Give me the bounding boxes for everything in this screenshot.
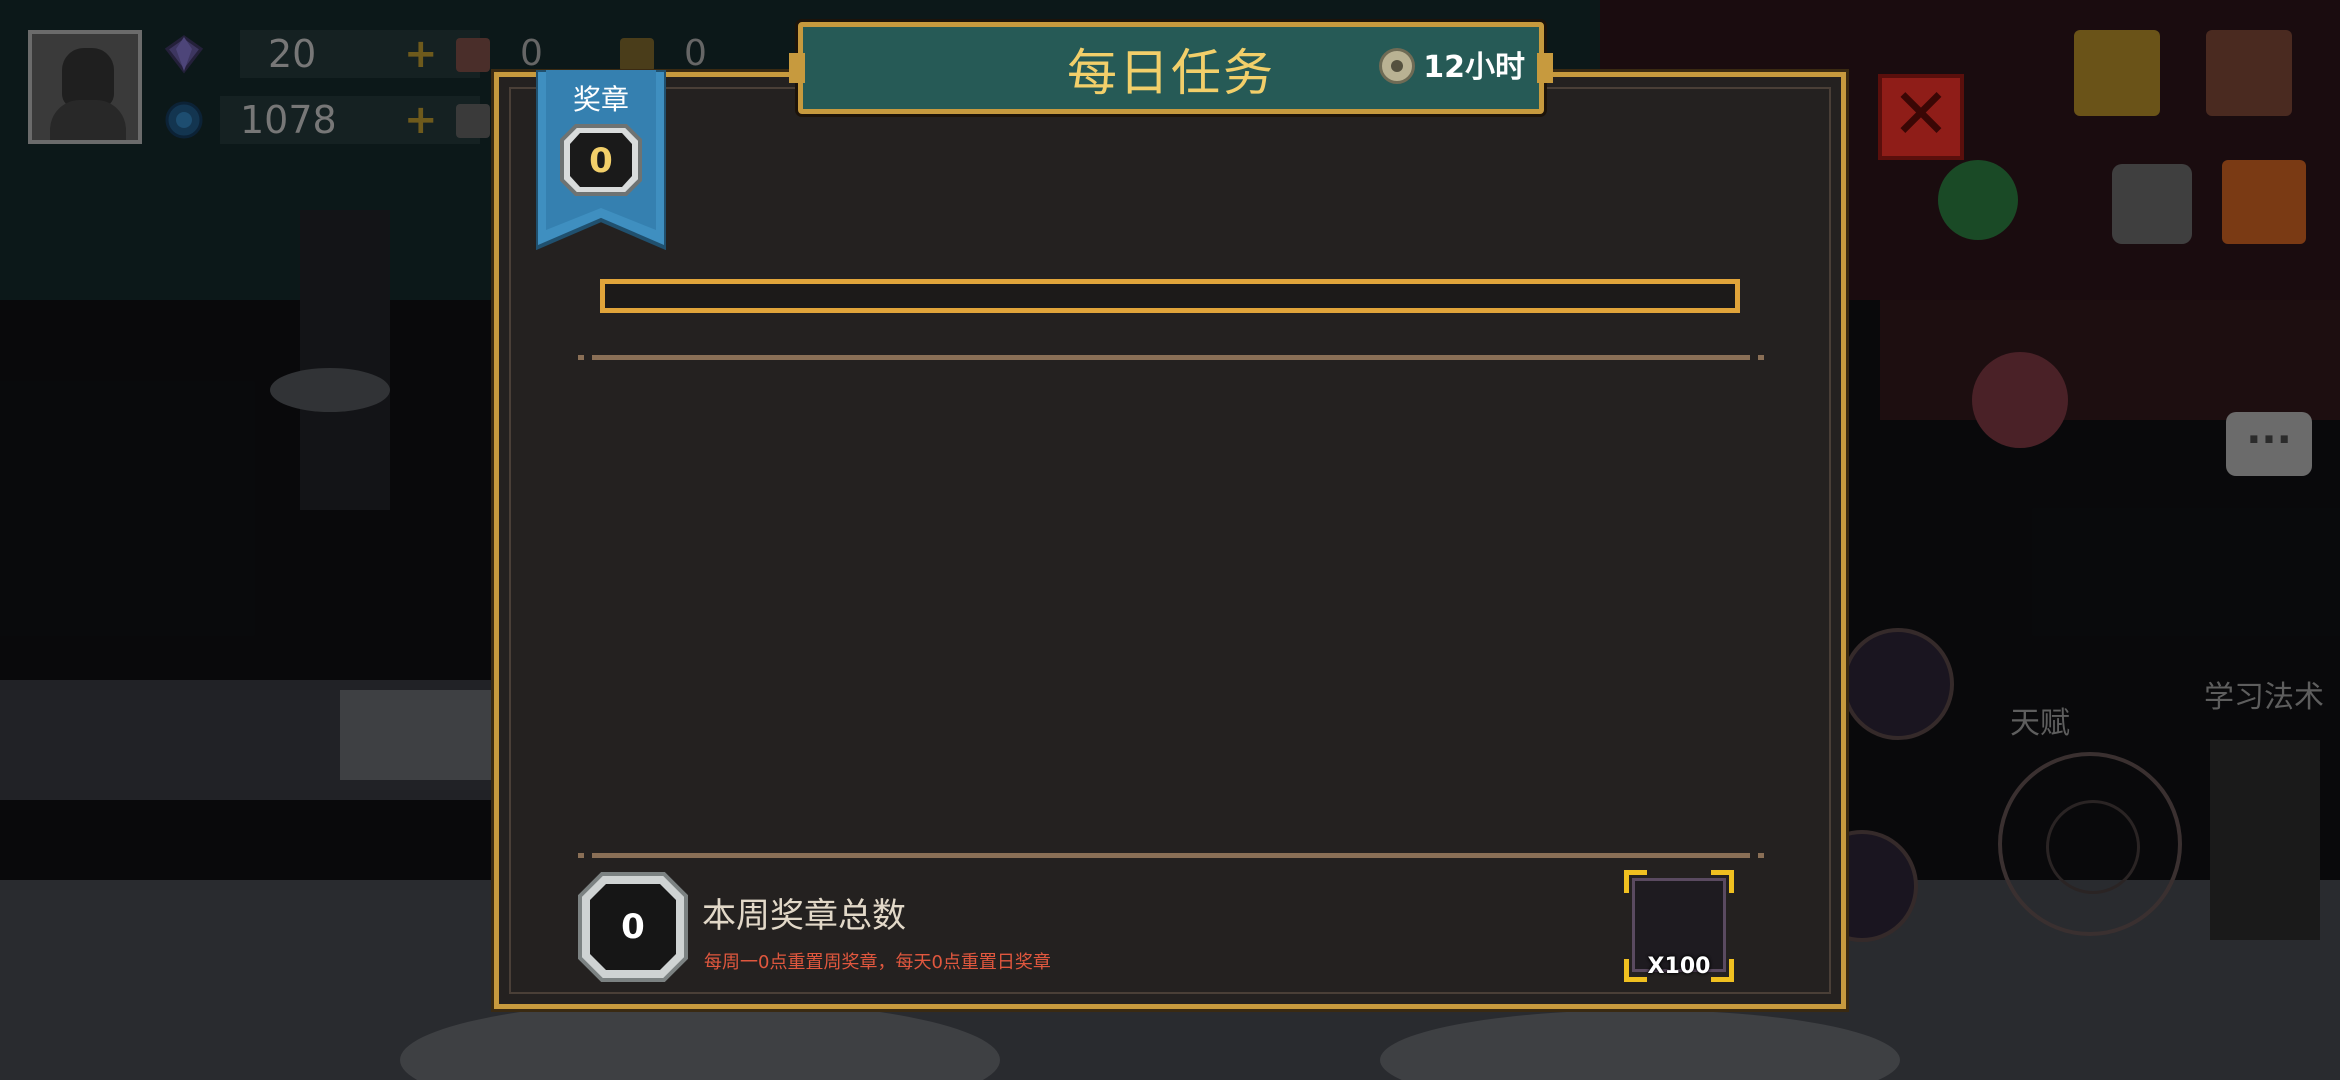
learn-spell-label[interactable]: 学习法术 (2204, 672, 2324, 716)
resource-a-counter: 0 (456, 30, 543, 78)
coin-value: 1078 (220, 96, 480, 144)
weekly-medal-count: 0 (621, 907, 645, 947)
medal-label: 奖章 (572, 83, 629, 116)
action-joystick[interactable] (1998, 752, 2182, 936)
player-avatar[interactable] (28, 30, 142, 144)
scroll-icon (456, 38, 490, 72)
settings-icon[interactable] (2112, 164, 2192, 244)
resource-b-value: 0 (684, 33, 707, 74)
daily-medal-count: 0 (589, 141, 613, 181)
mail-icon[interactable] (2074, 30, 2160, 116)
close-button[interactable]: ✕ (1878, 74, 1964, 160)
gem-value: 20 (240, 30, 480, 78)
timer-text: 12小时 (1423, 50, 1525, 85)
add-gems-button[interactable]: + (404, 34, 438, 74)
talent-label[interactable]: 天赋 (2010, 698, 2070, 742)
speech-icon[interactable]: ··· (2226, 412, 2312, 476)
daily-tasks-dialog (494, 72, 1846, 1009)
resource-a-value: 0 (520, 33, 543, 74)
reset-timer: 12小时 (1379, 47, 1525, 89)
gem-icon (164, 35, 204, 74)
chat-bubble-icon[interactable] (1938, 160, 2018, 240)
gift-icon[interactable] (2222, 160, 2306, 244)
book-icon[interactable] (2206, 30, 2292, 116)
medal-progress-bar (600, 279, 1740, 313)
skill-button[interactable] (1842, 628, 1954, 740)
key-icon (620, 38, 654, 72)
reset-note: 每周一0点重置周奖章，每天0点重置日奖章 (704, 952, 1051, 973)
add-coins-button[interactable]: + (404, 100, 438, 140)
top-divider (578, 355, 1764, 360)
coin-icon (165, 101, 203, 139)
bottom-divider (578, 853, 1764, 858)
weekly-reward-slot[interactable]: X100 (1624, 870, 1734, 982)
weekly-total-label: 本周奖章总数 (702, 896, 906, 936)
bag-icon (456, 104, 490, 138)
clock-icon (1379, 47, 1416, 84)
title-banner: 每日任务 12小时 (789, 22, 1553, 114)
reward-quantity: X100 (1647, 954, 1711, 979)
